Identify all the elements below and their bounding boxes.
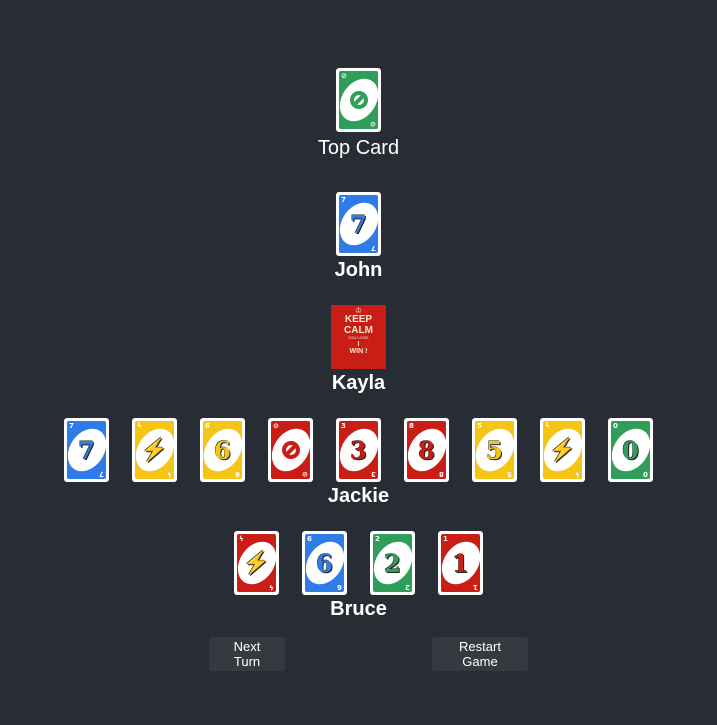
card-number: 5 — [486, 435, 503, 465]
card-corner-index: ⊘ — [341, 72, 347, 80]
card-face: 888 — [407, 421, 446, 479]
card-corner-index: ϟ — [167, 470, 172, 478]
uno-card-yellow-wild[interactable]: ⚡ ϟ ϟ — [540, 418, 585, 482]
player-hand-bruce: ⚡ ϟ ϟ 6 6 6 2 2 2 1 1 1 — [0, 531, 717, 595]
uno-card-blue-7[interactable]: 777 — [64, 418, 109, 482]
card-corner-index: 0 — [643, 470, 648, 478]
player-hand-kayla: ♔ KEEP CALM YOU LOSE, I WIN ! — [0, 305, 717, 369]
card-corner-index: 0 — [613, 422, 618, 430]
skip-icon — [349, 91, 368, 109]
card-corner-index: 7 — [371, 244, 376, 252]
card-number: 7 — [78, 435, 95, 465]
uno-card-red-skip[interactable]: ⊘ ⊘ — [268, 418, 313, 482]
card-face: 000 — [611, 421, 650, 479]
game-board: ⊘ ⊘ Top Card 777 John ♔ KEEP CALM YOU LOS… — [0, 0, 717, 725]
restart-game-button[interactable]: Restart Game — [432, 637, 528, 671]
card-face: 777 — [339, 195, 378, 253]
lightning-icon: ⚡ — [548, 437, 577, 463]
uno-card-green-0[interactable]: 000 — [608, 418, 653, 482]
player-hand-jackie: 7 7 7 ⚡ ϟ ϟ 6 6 6 ⊘ ⊘ 3 3 3 8 8 8 5 5 5 ⚡ ϟ ϟ 0 0 0 — [0, 418, 717, 482]
card-corner-index: ⊘ — [370, 120, 376, 128]
card-corner-index: 5 — [477, 422, 482, 430]
player-name-kayla: Kayla — [331, 372, 386, 394]
card-number: 2 — [384, 548, 401, 578]
lightning-icon: ⚡ — [140, 437, 169, 463]
player-name-bruce: Bruce — [330, 598, 387, 620]
uno-card-yellow-5[interactable]: 555 — [472, 418, 517, 482]
card-corner-index: 1 — [443, 535, 448, 543]
card-corner-index: 3 — [341, 422, 346, 430]
card-corner-index: ⊘ — [273, 422, 279, 430]
keep-calm-winner-badge: ♔ KEEP CALM YOU LOSE, I WIN ! — [331, 305, 386, 369]
card-corner-index: 7 — [69, 422, 74, 430]
uno-card-red-8[interactable]: 888 — [404, 418, 449, 482]
card-face: ⊘ ⊘ — [271, 421, 310, 479]
card-face: ⚡ ϟ ϟ — [135, 421, 174, 479]
card-face: 666 — [203, 421, 242, 479]
card-corner-index: 6 — [235, 470, 240, 478]
card-corner-index: ϟ — [545, 422, 550, 430]
uno-card-blue-7[interactable]: 777 — [336, 192, 381, 256]
top-card: ⊘ ⊘ — [336, 68, 381, 132]
card-corner-index: 3 — [371, 470, 376, 478]
card-corner-index: 8 — [409, 422, 414, 430]
uno-card-red-3[interactable]: 333 — [336, 418, 381, 482]
card-corner-index: 2 — [405, 583, 410, 591]
card-corner-index: ϟ — [269, 583, 274, 591]
card-corner-index: ϟ — [575, 470, 580, 478]
uno-card-green-2[interactable]: 222 — [370, 531, 415, 595]
card-face: 222 — [373, 534, 412, 592]
player-hand-john: 777 — [0, 192, 717, 256]
badge-line-win: WIN ! — [349, 347, 368, 355]
card-corner-index: 7 — [341, 196, 346, 204]
card-number: 0 — [622, 435, 639, 465]
card-corner-index: 7 — [99, 470, 104, 478]
card-face: 555 — [475, 421, 514, 479]
card-corner-index: 8 — [439, 470, 444, 478]
card-face: ⚡ ϟ ϟ — [237, 534, 276, 592]
card-number: 3 — [350, 435, 367, 465]
card-face: ⊘ ⊘ — [339, 71, 378, 129]
card-face: 333 — [339, 421, 378, 479]
next-turn-button[interactable]: Next Turn — [209, 637, 285, 671]
card-corner-index: 1 — [473, 583, 478, 591]
uno-card-yellow-wild[interactable]: ⚡ ϟ ϟ — [132, 418, 177, 482]
uno-card-blue-6[interactable]: 666 — [302, 531, 347, 595]
card-corner-index: ϟ — [239, 535, 244, 543]
player-name-john: John — [334, 259, 383, 281]
uno-card-red-wild[interactable]: ⚡ ϟ ϟ — [234, 531, 279, 595]
card-number: 6 — [214, 435, 231, 465]
card-number: 6 — [316, 548, 333, 578]
card-face: 111 — [441, 534, 480, 592]
card-corner-index: 6 — [307, 535, 312, 543]
card-corner-index: 6 — [205, 422, 210, 430]
badge-line-i: I — [357, 340, 360, 348]
card-face: 666 — [305, 534, 344, 592]
skip-icon — [281, 441, 300, 459]
top-card-label: Top Card — [317, 137, 400, 159]
card-corner-index: ϟ — [137, 422, 142, 430]
uno-card-red-1[interactable]: 111 — [438, 531, 483, 595]
card-face: 777 — [67, 421, 106, 479]
player-name-jackie: Jackie — [327, 485, 390, 507]
card-number: 7 — [350, 209, 367, 239]
uno-card-yellow-6[interactable]: 666 — [200, 418, 245, 482]
top-card-area: ⊘ ⊘ — [0, 68, 717, 132]
lightning-icon: ⚡ — [242, 550, 271, 576]
card-number: 1 — [452, 548, 469, 578]
card-corner-index: 6 — [337, 583, 342, 591]
card-corner-index: ⊘ — [302, 470, 308, 478]
card-corner-index: 5 — [507, 470, 512, 478]
card-number: 8 — [418, 435, 435, 465]
card-corner-index: 2 — [375, 535, 380, 543]
card-face: ⚡ ϟ ϟ — [543, 421, 582, 479]
